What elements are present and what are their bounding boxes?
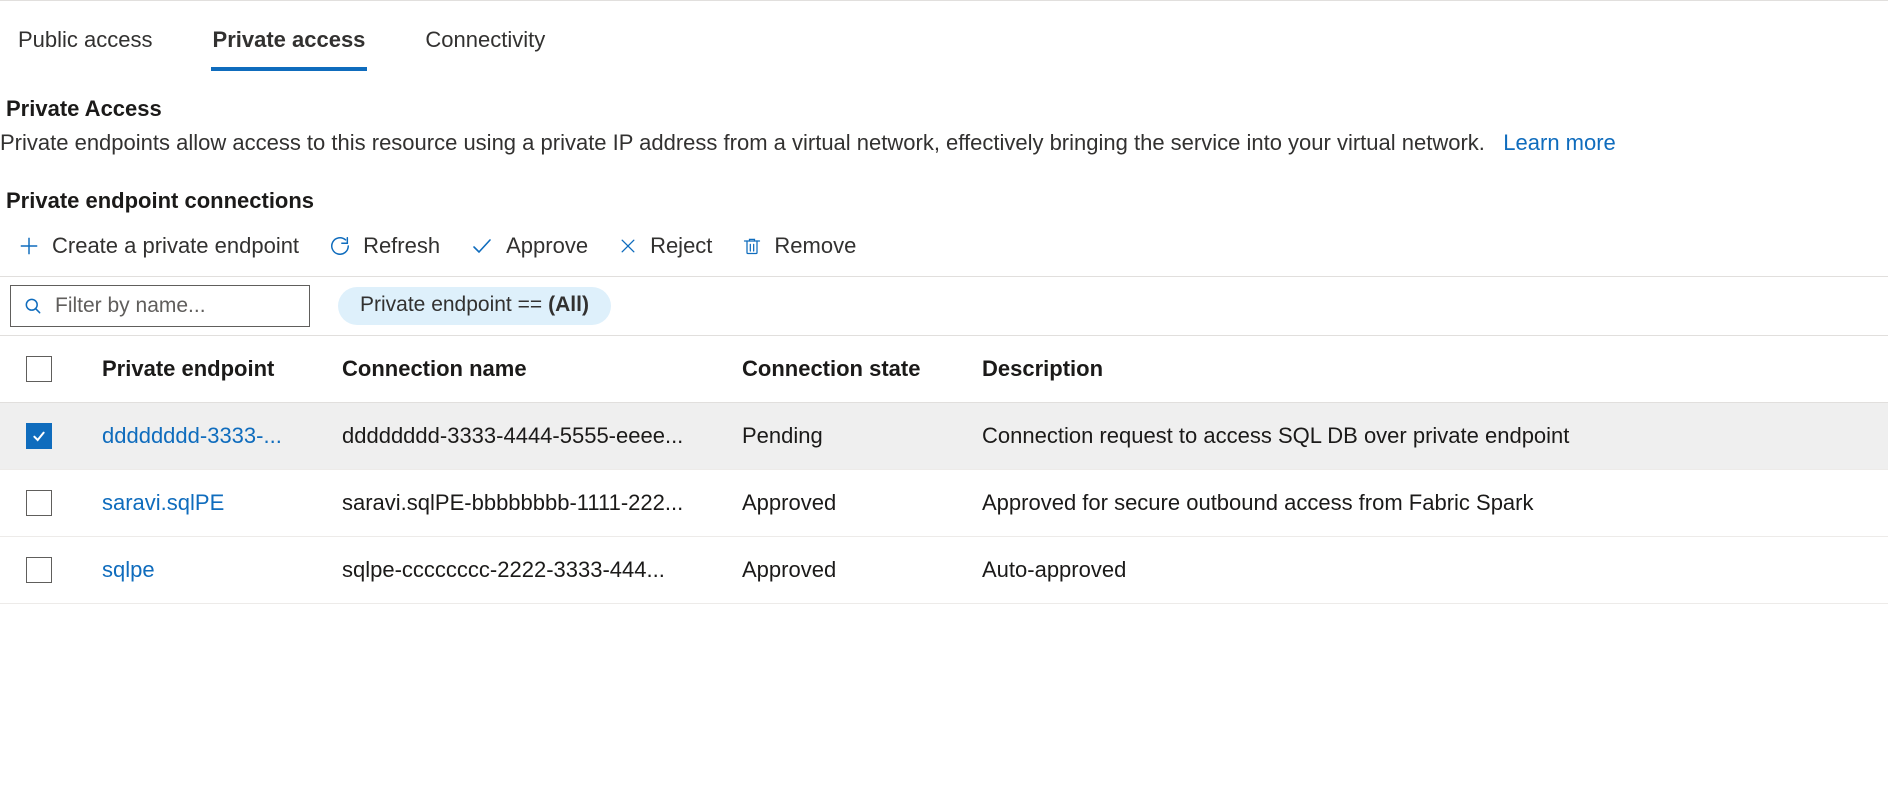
filter-by-name-input[interactable]	[43, 293, 297, 319]
endpoint-link[interactable]: saravi.sqlPE	[102, 490, 224, 515]
create-label: Create a private endpoint	[52, 234, 299, 258]
refresh-label: Refresh	[363, 234, 440, 258]
filter-pill-value: (All)	[548, 293, 589, 317]
connection-name: saravi.sqlPE-bbbbbbbb-1111-222...	[342, 490, 742, 516]
endpoint-link[interactable]: dddddddd-3333-...	[102, 423, 282, 448]
tab-connectivity[interactable]: Connectivity	[423, 17, 547, 71]
connection-description: Connection request to access SQL DB over…	[982, 423, 1888, 449]
approve-label: Approve	[506, 234, 588, 258]
table-row[interactable]: saravi.sqlPE saravi.sqlPE-bbbbbbbb-1111-…	[0, 470, 1888, 537]
tab-private-access[interactable]: Private access	[211, 17, 368, 71]
col-header-state[interactable]: Connection state	[742, 356, 982, 382]
private-access-description-text: Private endpoints allow access to this r…	[0, 130, 1485, 155]
search-icon	[23, 296, 43, 316]
private-endpoint-connections-heading: Private endpoint connections	[6, 188, 1888, 214]
private-access-title: Private Access	[6, 96, 1888, 122]
trash-icon	[742, 235, 762, 257]
connection-state: Approved	[742, 490, 982, 516]
filter-by-name[interactable]	[10, 285, 310, 327]
refresh-icon	[329, 235, 351, 257]
x-icon	[618, 236, 638, 256]
table-row[interactable]: sqlpe sqlpe-cccccccc-2222-3333-444... Ap…	[0, 537, 1888, 604]
learn-more-link[interactable]: Learn more	[1503, 130, 1616, 155]
private-access-description: Private endpoints allow access to this r…	[0, 128, 1888, 158]
endpoint-link[interactable]: sqlpe	[102, 557, 155, 582]
filter-pill-private-endpoint[interactable]: Private endpoint == (All)	[338, 287, 611, 325]
reject-button[interactable]: Reject	[616, 230, 714, 262]
row-checkbox[interactable]	[26, 557, 52, 583]
table-row[interactable]: dddddddd-3333-... dddddddd-3333-4444-555…	[0, 403, 1888, 470]
connection-state: Pending	[742, 423, 982, 449]
connection-state: Approved	[742, 557, 982, 583]
connection-name: sqlpe-cccccccc-2222-3333-444...	[342, 557, 742, 583]
remove-label: Remove	[774, 234, 856, 258]
endpoint-grid: Private endpoint Connection name Connect…	[0, 335, 1888, 604]
reject-label: Reject	[650, 234, 712, 258]
row-checkbox[interactable]	[26, 423, 52, 449]
check-icon	[470, 234, 494, 258]
private-access-section: Private Access Private endpoints allow a…	[0, 72, 1888, 604]
tab-public-access[interactable]: Public access	[16, 17, 155, 71]
endpoint-toolbar: Create a private endpoint Refresh Approv…	[0, 226, 1888, 277]
filter-pill-label: Private endpoint ==	[360, 293, 542, 317]
grid-header-row: Private endpoint Connection name Connect…	[0, 336, 1888, 403]
col-header-connection[interactable]: Connection name	[342, 356, 742, 382]
connection-description: Auto-approved	[982, 557, 1888, 583]
plus-icon	[18, 235, 40, 257]
tab-bar: Public access Private access Connectivit…	[0, 1, 1888, 72]
networking-page: Public access Private access Connectivit…	[0, 0, 1888, 792]
connection-description: Approved for secure outbound access from…	[982, 490, 1888, 516]
filter-row: Private endpoint == (All)	[0, 277, 1888, 335]
connection-name: dddddddd-3333-4444-5555-eeee...	[342, 423, 742, 449]
approve-button[interactable]: Approve	[468, 230, 590, 262]
row-checkbox[interactable]	[26, 490, 52, 516]
create-private-endpoint-button[interactable]: Create a private endpoint	[16, 230, 301, 262]
remove-button[interactable]: Remove	[740, 230, 858, 262]
col-header-endpoint[interactable]: Private endpoint	[102, 356, 342, 382]
col-header-description[interactable]: Description	[982, 356, 1888, 382]
refresh-button[interactable]: Refresh	[327, 230, 442, 262]
select-all-checkbox[interactable]	[26, 356, 52, 382]
